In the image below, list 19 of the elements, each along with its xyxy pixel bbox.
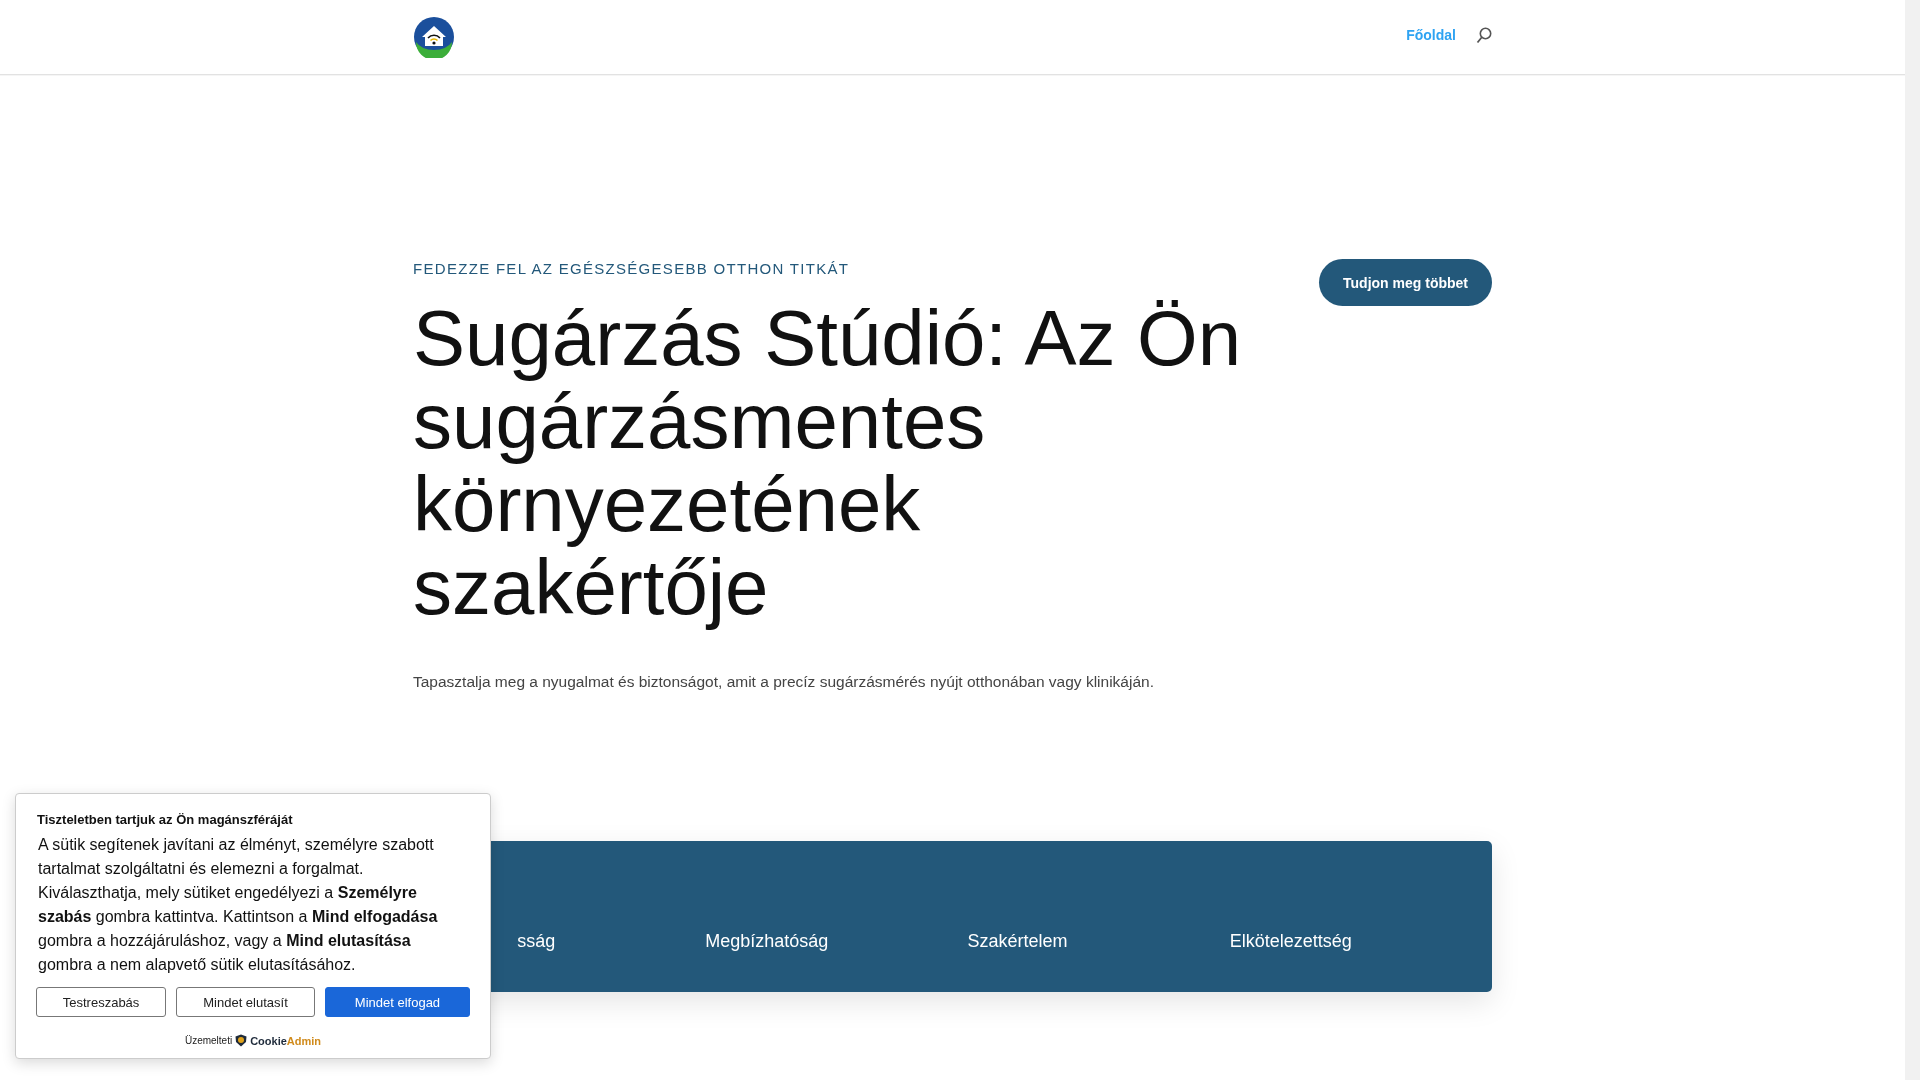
house-wifi-logo-icon[interactable] — [413, 16, 455, 58]
cookie-text: A sütik segítenek javítani az élményt, személyre szabott tartalmat szolgáltatni és elemezni a forgalmat. Kiválaszthatja, mely sütiket engedélyezi a Személyre szabás gombra kattintva. Kattintson a Mind elfogadása gombra a hozzájáruláshoz, vagy a Mind elutasítása gombra a nem alapvető sütik elutasításához. — [38, 835, 439, 975]
value-label: Megbízhatóság — [705, 931, 830, 952]
eyebrow-text: FEDEZZE FEL AZ EGÉSZSÉGESEBB OTTHON TITKÁT — [413, 260, 851, 277]
value-label: Szakértelem — [967, 931, 1069, 952]
cookie-button[interactable]: Mindet elutasít — [176, 987, 315, 1017]
powered-by-text: Üzemelteti — [184, 1035, 233, 1046]
cookie-button[interactable]: Mindet elfogad — [324, 987, 470, 1017]
shield-icon — [235, 1034, 248, 1047]
hero-heading: Sugárzás Stúdió: Az Ön sugárzásmentes környezetének szakértője — [413, 297, 1243, 629]
value-label: Elkötelezettség — [1229, 931, 1353, 952]
cookieadmin-logo-text[interactable]: CookieAdmin — [250, 1034, 322, 1047]
learn-more-button[interactable]: Tudjon meg többet — [1319, 259, 1492, 306]
scrollbar[interactable] — [1905, 0, 1920, 1080]
cookie-button[interactable]: Testreszabás — [36, 987, 167, 1017]
cookie-title: Tiszteletben tartjuk az Ön magánszféráját — [37, 812, 294, 827]
search-icon[interactable] — [1476, 26, 1492, 44]
hero-subtitle: Tapasztalja meg a nyugalmat és biztonságot, amit a precíz sugárzásmérés nyújt otthonában vagy klinikáján. — [413, 673, 1155, 691]
value-label: sság — [516, 931, 557, 952]
